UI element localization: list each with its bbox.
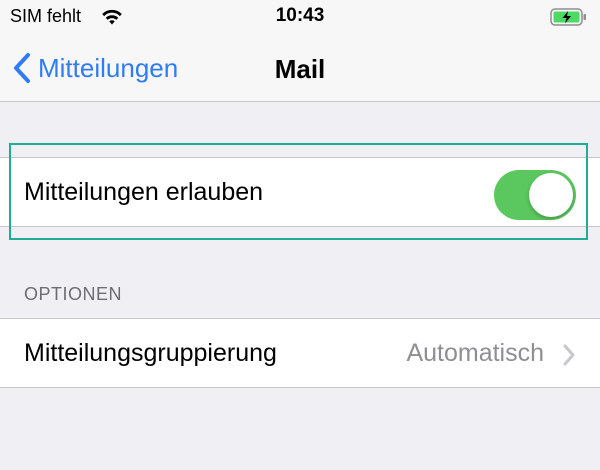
chevron-right-icon bbox=[563, 344, 575, 366]
toggle-knob bbox=[529, 173, 573, 217]
section-header-options: OPTIONEN bbox=[24, 284, 123, 304]
status-bar: SIM fehlt 10:43 bbox=[0, 0, 600, 36]
notification-grouping-label: Mitteilungsgruppierung bbox=[24, 339, 277, 367]
navigation-bar: Mitteilungen Mail bbox=[0, 36, 600, 102]
allow-notifications-row: Mitteilungen erlauben bbox=[0, 157, 600, 227]
notification-grouping-row[interactable]: Mitteilungsgruppierung Automatisch bbox=[0, 318, 600, 388]
page-title: Mail bbox=[274, 54, 326, 84]
allow-notifications-toggle[interactable] bbox=[494, 170, 576, 220]
clock-time: 10:43 bbox=[275, 5, 325, 26]
notification-grouping-value: Automatisch bbox=[406, 339, 544, 367]
allow-notifications-label: Mitteilungen erlauben bbox=[24, 178, 264, 206]
battery-charging-icon bbox=[550, 8, 586, 26]
